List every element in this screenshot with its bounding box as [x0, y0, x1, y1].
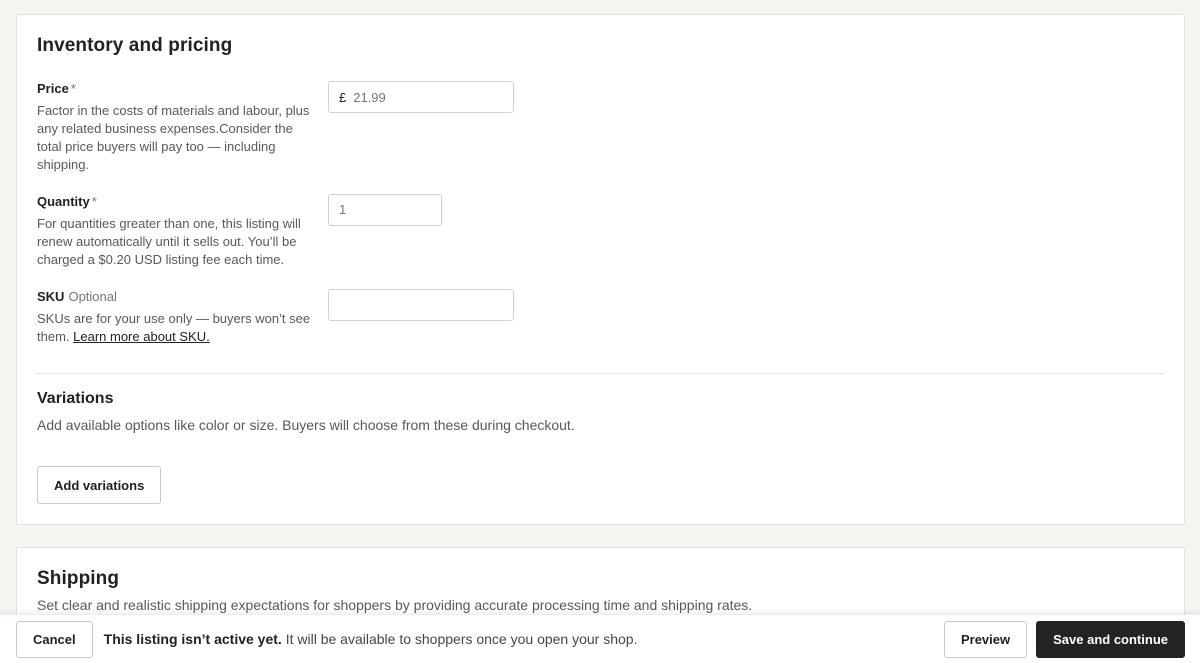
sku-label-column: SKU Optional SKUs are for your use only —… [37, 289, 328, 346]
sku-field-row: SKU Optional SKUs are for your use only —… [37, 288, 1164, 346]
sku-input[interactable] [328, 288, 514, 321]
learn-more-sku-link[interactable]: Learn more about SKU. [73, 328, 210, 346]
price-description: Factor in the costs of materials and lab… [37, 103, 310, 172]
optional-tag: Optional [68, 288, 117, 304]
required-asterisk: * [91, 193, 97, 209]
listing-status-rest: It will be available to shoppers once yo… [285, 631, 638, 647]
preview-button[interactable]: Preview [943, 620, 1028, 658]
quantity-description: For quantities greater than one, this li… [37, 215, 301, 267]
listing-status-text: This listing isn’t active yet. It will b… [104, 631, 638, 647]
price-label-column: Price * Factor in the costs of materials … [37, 81, 328, 174]
footer-bar: Cancel This listing isn’t active yet. It… [0, 614, 1200, 663]
price-input-group[interactable]: £ [328, 81, 514, 113]
sku-label: SKU Optional [37, 288, 117, 304]
add-variations-button[interactable]: Add variations [37, 466, 162, 505]
quantity-input[interactable] [328, 193, 442, 226]
cancel-button[interactable]: Cancel [16, 620, 93, 658]
variations-description: Add available options like color or size… [37, 417, 575, 434]
price-field-row: Price * Factor in the costs of materials … [37, 81, 1164, 174]
inventory-pricing-title: Inventory and pricing [37, 35, 233, 56]
variations-divider [37, 373, 1164, 375]
inventory-pricing-card: Inventory and pricing Price * Factor in t… [16, 14, 1185, 526]
save-and-continue-button[interactable]: Save and continue [1036, 620, 1185, 658]
price-label: Price * [37, 81, 76, 96]
quantity-label: Quantity * [37, 193, 97, 209]
variations-section: Variations Add available options like co… [37, 390, 1164, 505]
shipping-title: Shipping [37, 568, 120, 590]
quantity-field-row: Quantity * For quantities greater than on… [37, 193, 1164, 269]
variations-title: Variations [37, 390, 114, 408]
currency-symbol: £ [339, 89, 347, 105]
shipping-description: Set clear and realistic shipping expecta… [37, 597, 753, 614]
price-input[interactable] [353, 89, 503, 105]
sku-description: SKUs are for your use only — buyers won’… [37, 310, 311, 346]
listing-status-bold: This listing isn’t active yet. [103, 631, 282, 647]
required-asterisk: * [70, 81, 76, 96]
quantity-label-column: Quantity * For quantities greater than on… [37, 194, 328, 269]
